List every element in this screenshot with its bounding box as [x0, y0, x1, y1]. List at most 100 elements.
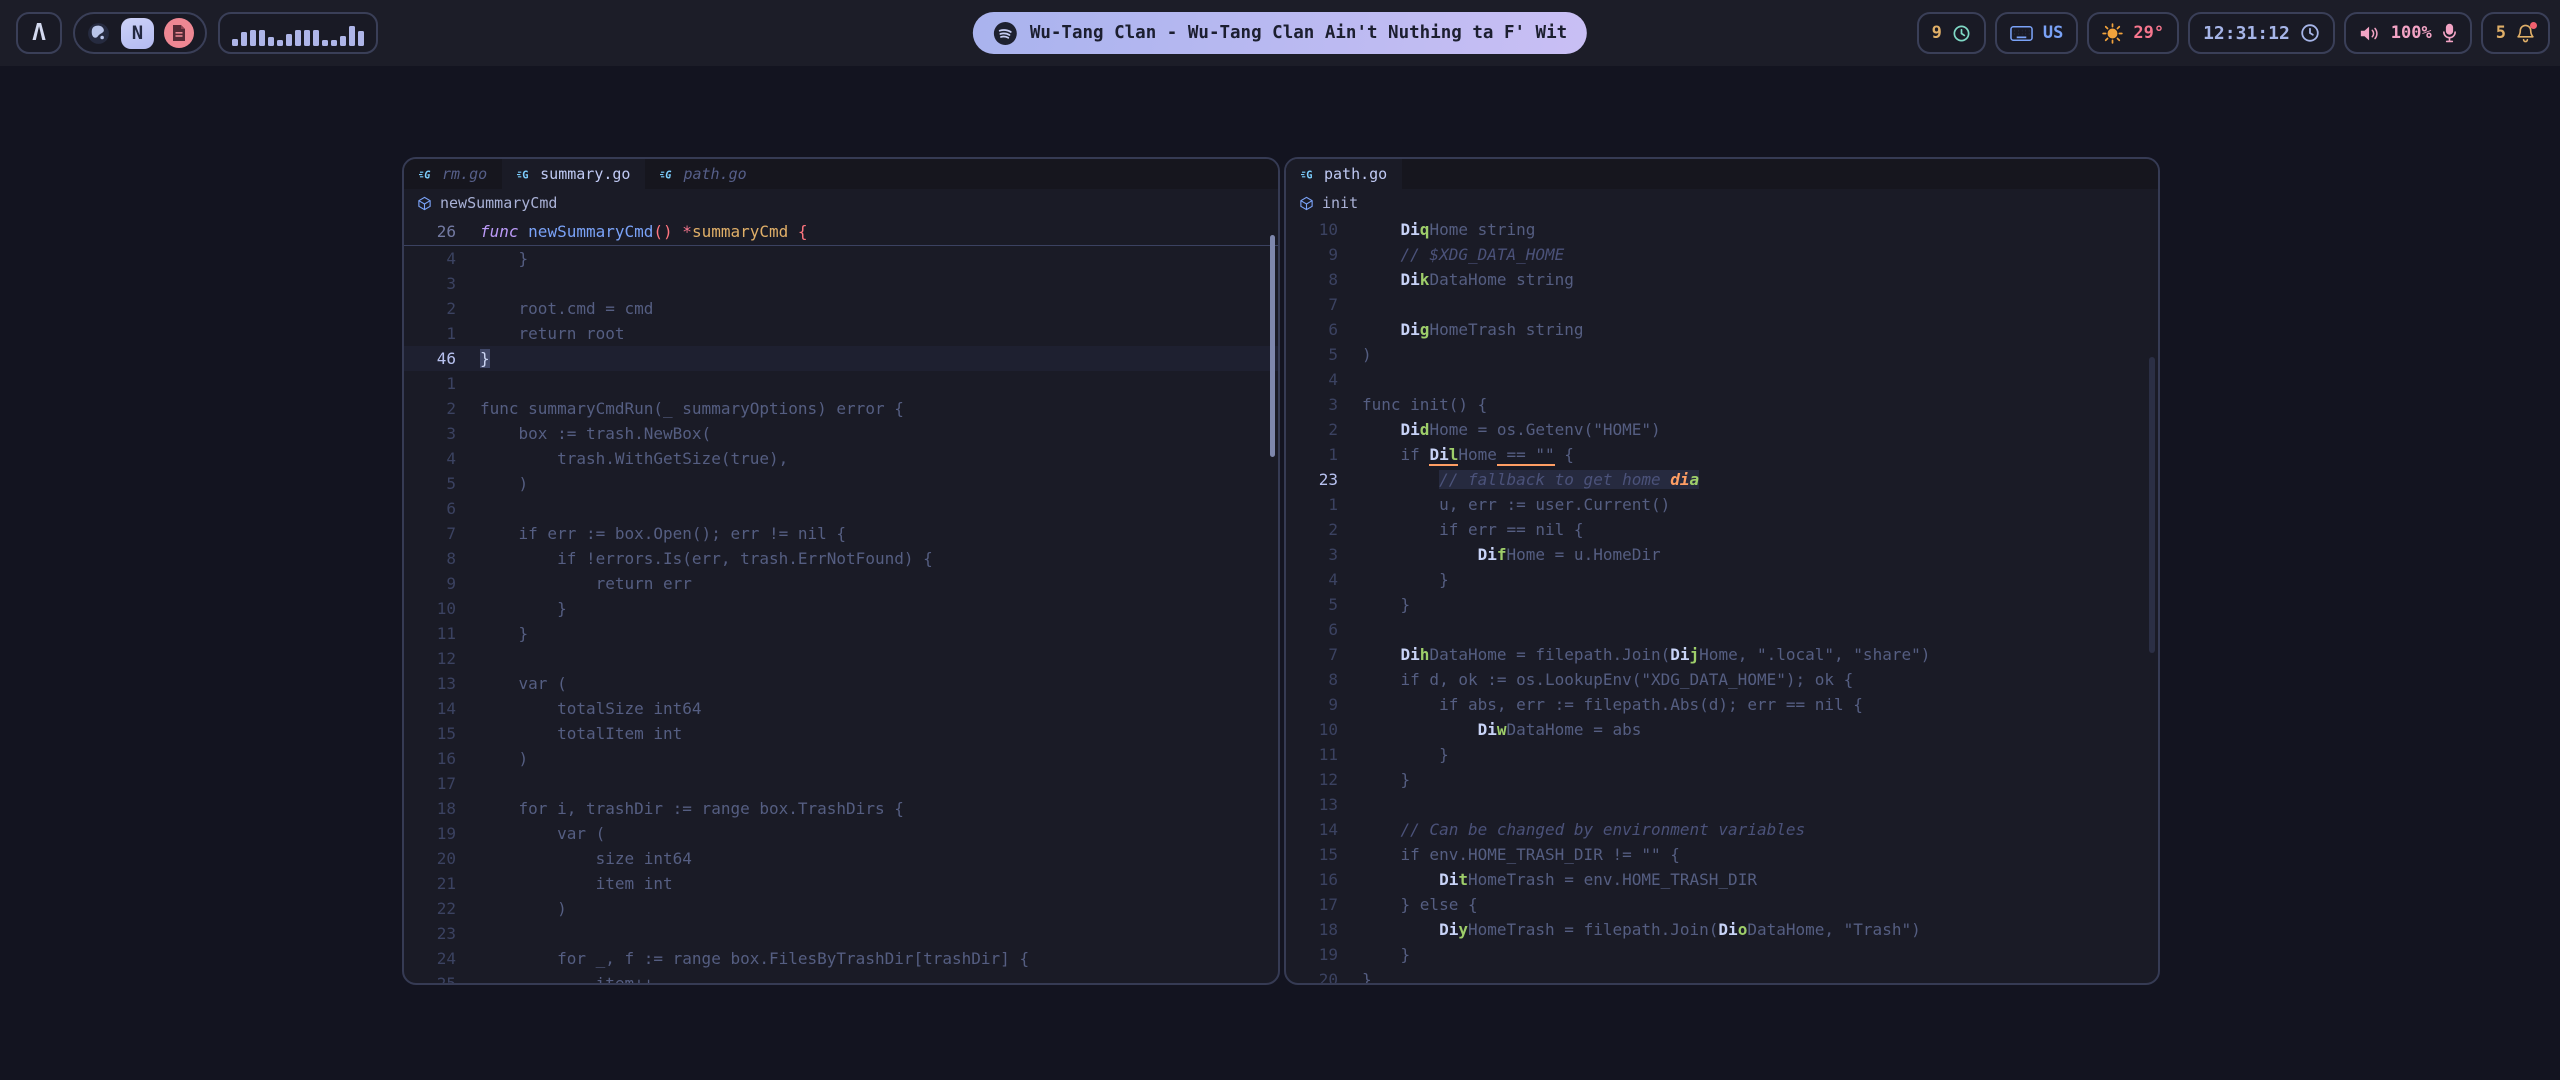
notifications-widget[interactable]: 5	[2481, 12, 2550, 54]
code-line[interactable]: 9 return err	[404, 571, 1278, 596]
code-line[interactable]: 2 if err == nil {	[1286, 517, 2158, 542]
code-line[interactable]: 5 }	[1286, 592, 2158, 617]
code-line[interactable]: 16 )	[404, 746, 1278, 771]
breadcrumb-label: newSummaryCmd	[440, 194, 557, 212]
code-line[interactable]: 11 }	[404, 621, 1278, 646]
workspace-neovim[interactable]: N	[121, 18, 154, 49]
line-text: }	[456, 624, 528, 643]
code-line[interactable]: 25 item++	[404, 971, 1278, 985]
code-line[interactable]: 1 if DilHome == "" {	[1286, 442, 2158, 467]
code-line[interactable]: 19 var (	[404, 821, 1278, 846]
tab-rm.go[interactable]: Grm.go	[404, 159, 502, 189]
code-line[interactable]: 5 )	[404, 471, 1278, 496]
code-line[interactable]: 22 )	[404, 896, 1278, 921]
audio-widget[interactable]: 100%	[2344, 12, 2472, 54]
clock-widget[interactable]: 12:31:12	[2188, 12, 2335, 54]
line-text: )	[456, 749, 528, 768]
code-line[interactable]: 23 // fallback to get home dia	[1286, 467, 2158, 492]
code-line[interactable]: 1 return root	[404, 321, 1278, 346]
code-line[interactable]: 2 root.cmd = cmd	[404, 296, 1278, 321]
code-line[interactable]: 23	[404, 921, 1278, 946]
code-line[interactable]: 5)	[1286, 342, 2158, 367]
code-line[interactable]: 1	[404, 371, 1278, 396]
weather-widget[interactable]: 29°	[2087, 12, 2179, 54]
code-line[interactable]: 2 DidHome = os.Getenv("HOME")	[1286, 417, 2158, 442]
code-line[interactable]: 20 size int64	[404, 846, 1278, 871]
launcher-button[interactable]: Λ	[16, 12, 62, 54]
tab-path.go[interactable]: Gpath.go	[1286, 159, 1402, 189]
code-line[interactable]: 4 }	[404, 246, 1278, 271]
history-widget[interactable]: 9	[1917, 12, 1986, 54]
microphone-icon	[2442, 23, 2457, 43]
code-line[interactable]: 19 }	[1286, 942, 2158, 967]
code-line[interactable]: 20}	[1286, 967, 2158, 985]
code-line[interactable]: 8 if !errors.Is(err, trash.ErrNotFound) …	[404, 546, 1278, 571]
code-line[interactable]: 46}	[404, 346, 1278, 371]
line-text: }	[1338, 745, 1449, 764]
code-line[interactable]: 12 }	[1286, 767, 2158, 792]
code-line[interactable]: 4 }	[1286, 567, 2158, 592]
line-number: 16	[1286, 870, 1338, 889]
line-number: 9	[404, 574, 456, 593]
code-line[interactable]: 17	[404, 771, 1278, 796]
tab-summary.go[interactable]: Gsummary.go	[502, 159, 645, 189]
line-number: 15	[1286, 845, 1338, 864]
code-line[interactable]: 15 totalItem int	[404, 721, 1278, 746]
line-text: DitHomeTrash = env.HOME_TRASH_DIR	[1338, 870, 1757, 889]
code-line[interactable]: 4 trash.WithGetSize(true),	[404, 446, 1278, 471]
visualizer-bar	[331, 40, 337, 46]
clock-icon	[2300, 23, 2320, 43]
code-line[interactable]: 9 if abs, err := filepath.Abs(d); err ==…	[1286, 692, 2158, 717]
workspace-documents[interactable]	[164, 18, 194, 48]
code-line[interactable]: 11 }	[1286, 742, 2158, 767]
code-line[interactable]: 4	[1286, 367, 2158, 392]
svg-text:G: G	[666, 169, 672, 181]
code-line[interactable]: 7 if err := box.Open(); err != nil {	[404, 521, 1278, 546]
line-text: DigHomeTrash string	[1338, 320, 1584, 339]
code-line[interactable]: 6	[404, 496, 1278, 521]
code-line[interactable]: 24 for _, f := range box.FilesByTrashDir…	[404, 946, 1278, 971]
code-line[interactable]: 18 for i, trashDir := range box.TrashDir…	[404, 796, 1278, 821]
code-line[interactable]: 3	[404, 271, 1278, 296]
line-text: totalItem int	[456, 724, 682, 743]
go-icon: G	[419, 167, 434, 182]
code-line[interactable]: 14 totalSize int64	[404, 696, 1278, 721]
code-line[interactable]: 10 DiqHome string	[1286, 217, 2158, 242]
code-line[interactable]: 10 DiwDataHome = abs	[1286, 717, 2158, 742]
code-line[interactable]: 13 var (	[404, 671, 1278, 696]
keyboard-layout-widget[interactable]: US	[1995, 12, 2078, 54]
code-line[interactable]: 7	[1286, 292, 2158, 317]
code-line[interactable]: 12	[404, 646, 1278, 671]
tab-path.go[interactable]: Gpath.go	[645, 159, 761, 189]
line-number: 5	[1286, 595, 1338, 614]
code-line[interactable]: 3func init() {	[1286, 392, 2158, 417]
tab-label: rm.go	[442, 165, 487, 183]
line-number: 1	[1286, 445, 1338, 464]
line-text: DikDataHome string	[1338, 270, 1574, 289]
code-line[interactable]: 6	[1286, 617, 2158, 642]
line-text: return err	[456, 574, 692, 593]
now-playing-widget[interactable]: Wu-Tang Clan - Wu-Tang Clan Ain't Nuthin…	[973, 12, 1587, 54]
context-line[interactable]: 26func newSummaryCmd() *summaryCmd {	[404, 217, 1278, 246]
code-line[interactable]: 14 // Can be changed by environment vari…	[1286, 817, 2158, 842]
scrollbar[interactable]	[2149, 357, 2155, 653]
code-line[interactable]: 8 DikDataHome string	[1286, 267, 2158, 292]
code-line[interactable]: 15 if env.HOME_TRASH_DIR != "" {	[1286, 842, 2158, 867]
code-line[interactable]: 16 DitHomeTrash = env.HOME_TRASH_DIR	[1286, 867, 2158, 892]
code-line[interactable]: 2func summaryCmdRun(_ summaryOptions) er…	[404, 396, 1278, 421]
code-line[interactable]: 6 DigHomeTrash string	[1286, 317, 2158, 342]
code-line[interactable]: 21 item int	[404, 871, 1278, 896]
code-line[interactable]: 10 }	[404, 596, 1278, 621]
scrollbar[interactable]	[1270, 235, 1275, 457]
code-line[interactable]: 3 box := trash.NewBox(	[404, 421, 1278, 446]
code-line[interactable]: 13	[1286, 792, 2158, 817]
code-line[interactable]: 1 u, err := user.Current()	[1286, 492, 2158, 517]
code-line[interactable]: 3 DifHome = u.HomeDir	[1286, 542, 2158, 567]
code-line[interactable]: 8 if d, ok := os.LookupEnv("XDG_DATA_HOM…	[1286, 667, 2158, 692]
workspace-browser[interactable]	[86, 21, 111, 46]
code-line[interactable]: 17 } else {	[1286, 892, 2158, 917]
code-line[interactable]: 9 // $XDG_DATA_HOME	[1286, 242, 2158, 267]
code-line[interactable]: 7 DihDataHome = filepath.Join(DijHome, "…	[1286, 642, 2158, 667]
code-line[interactable]: 18 DiyHomeTrash = filepath.Join(DioDataH…	[1286, 917, 2158, 942]
line-number: 9	[1286, 245, 1338, 264]
